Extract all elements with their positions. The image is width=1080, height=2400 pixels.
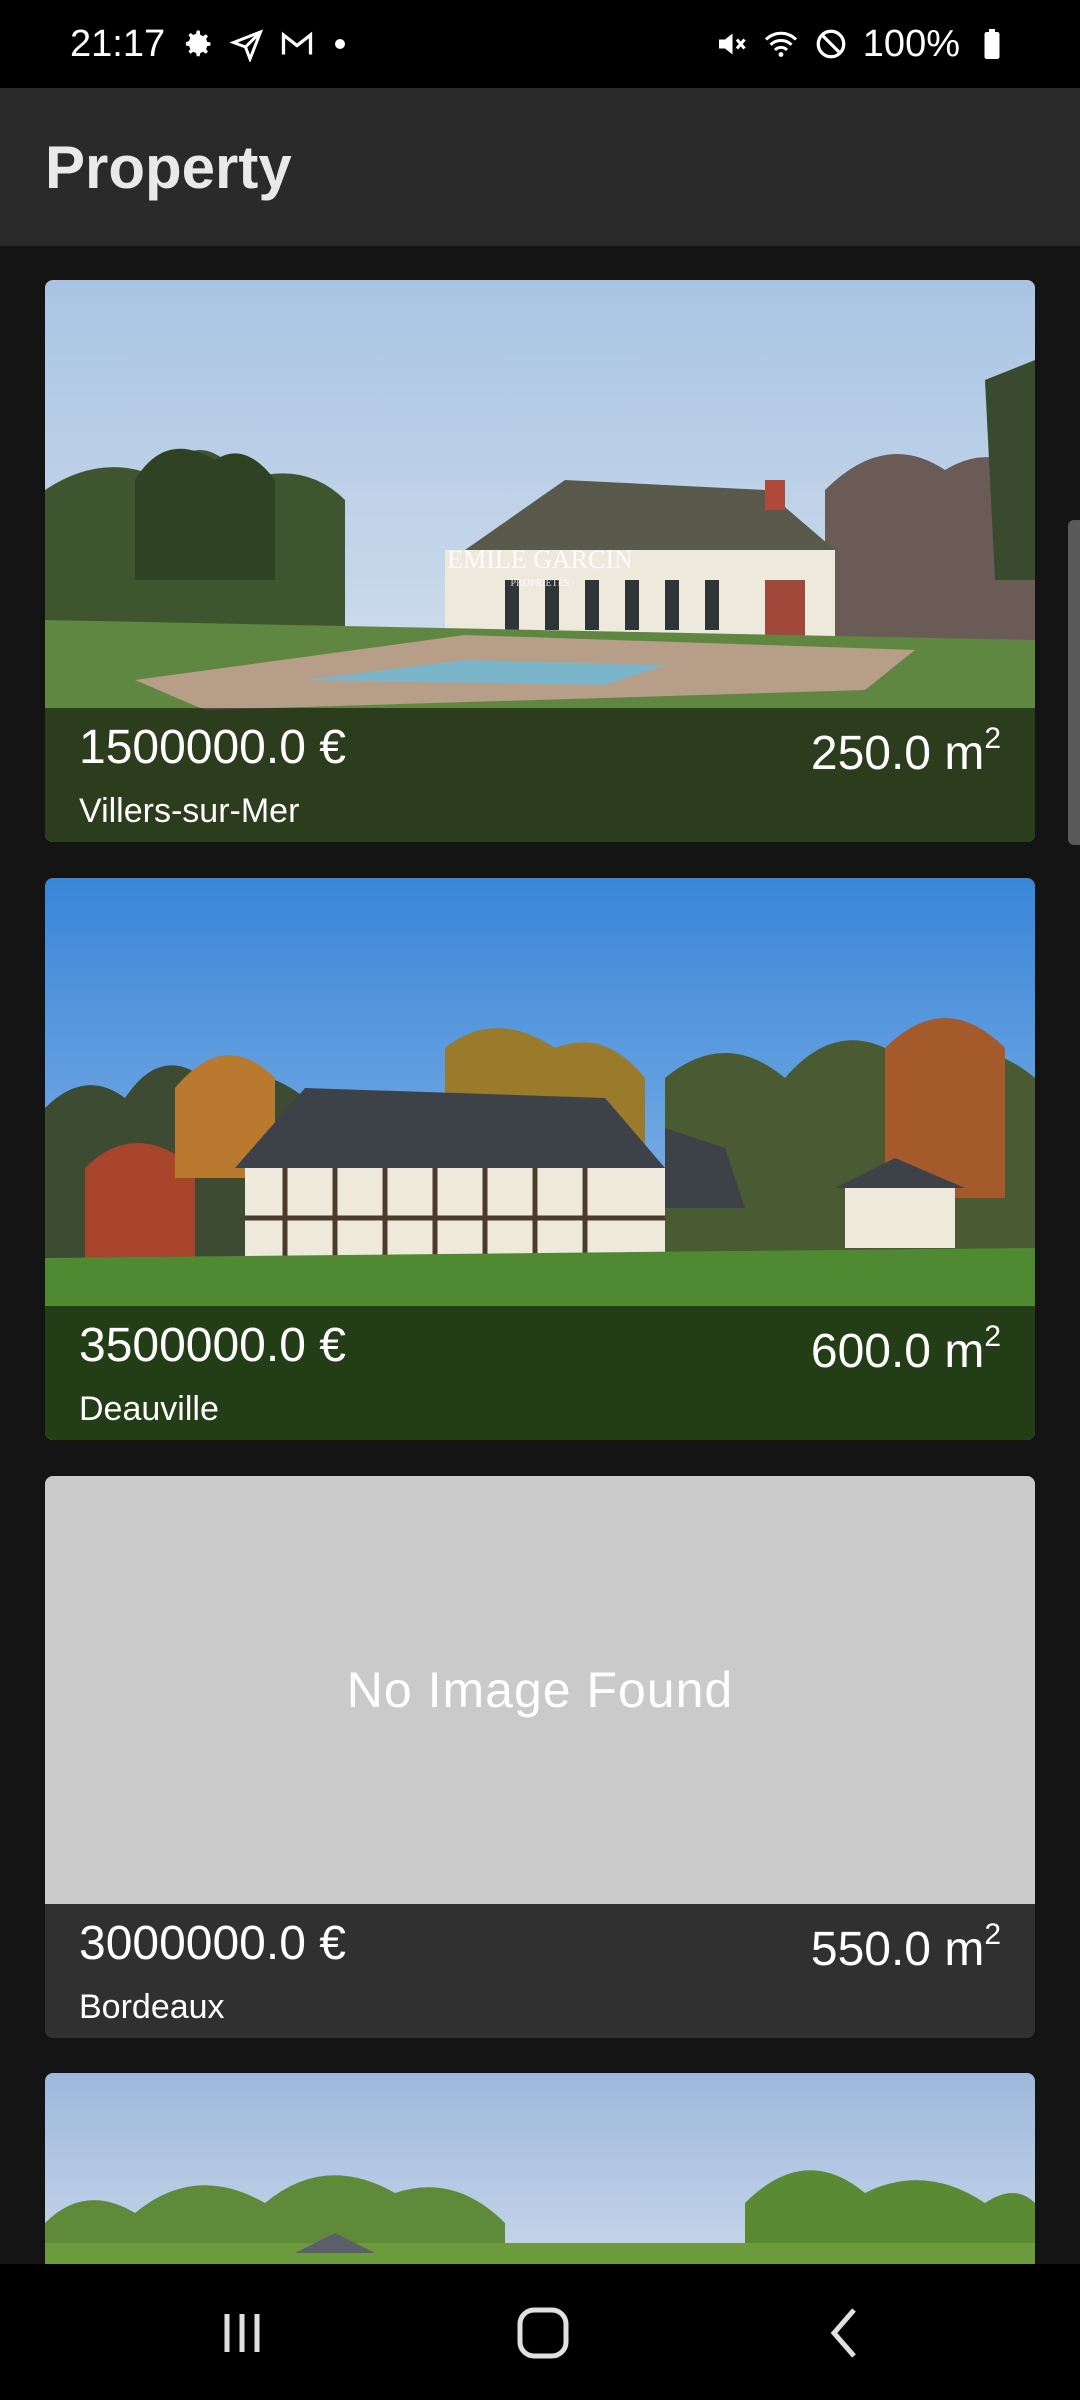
gear-icon	[179, 26, 215, 62]
no-image-text: No Image Found	[346, 1662, 734, 1718]
paper-plane-icon	[229, 26, 265, 64]
back-icon[interactable]	[810, 2298, 880, 2368]
dot-icon	[335, 39, 346, 49]
property-price: 3000000.0 €	[79, 1917, 346, 1970]
status-bar-right: 100%	[713, 23, 1010, 66]
battery-icon	[974, 26, 1010, 62]
mute-icon	[713, 26, 749, 62]
scrollbar-thumb[interactable]	[1068, 520, 1080, 845]
property-card[interactable]: EMILE GARCIN PROPRIÉTÉS 1500000.0 € Vill…	[45, 280, 1035, 842]
property-city: Deauville	[79, 1390, 219, 1428]
property-card[interactable]: 3500000.0 € Deauville 600.0 m2	[45, 878, 1035, 1440]
watermark-subtext: PROPRIÉTÉS	[511, 577, 570, 589]
no-image-placeholder: No Image Found	[45, 1476, 1035, 1904]
property-city: Bordeaux	[79, 1988, 225, 2026]
property-price: 1500000.0 €	[79, 721, 346, 774]
recents-icon[interactable]	[207, 2298, 277, 2368]
property-area: 250.0 m2	[810, 722, 1001, 780]
wifi-icon	[763, 26, 799, 62]
home-icon[interactable]	[508, 2298, 578, 2368]
watermark-text: EMILE GARCIN	[447, 545, 633, 574]
app-bar: Property	[0, 88, 1080, 246]
property-info: 3500000.0 € Deauville 600.0 m2	[45, 1306, 1035, 1440]
property-card[interactable]	[45, 2073, 1035, 2265]
property-card[interactable]: No Image Found 3000000.0 € Bordeaux 550.…	[45, 1476, 1035, 2038]
page-title: Property	[45, 133, 292, 201]
property-price: 3500000.0 €	[79, 1319, 346, 1372]
property-area: 600.0 m2	[810, 1320, 1001, 1378]
block-icon	[813, 26, 849, 62]
status-bar: 21:17 100%	[0, 0, 1080, 88]
navigation-bar	[0, 2264, 1080, 2400]
property-area: 550.0 m2	[810, 1918, 1001, 1976]
status-time: 21:17	[70, 22, 166, 65]
property-photo	[45, 2073, 1035, 2265]
status-bar-left: 21:17	[70, 22, 346, 66]
battery-percent: 100%	[862, 22, 960, 65]
property-city: Villers-sur-Mer	[79, 792, 300, 830]
gmail-icon	[279, 26, 315, 62]
property-info: 1500000.0 € Villers-sur-Mer 250.0 m2	[45, 708, 1035, 842]
property-info: 3000000.0 € Bordeaux 550.0 m2	[45, 1904, 1035, 2038]
